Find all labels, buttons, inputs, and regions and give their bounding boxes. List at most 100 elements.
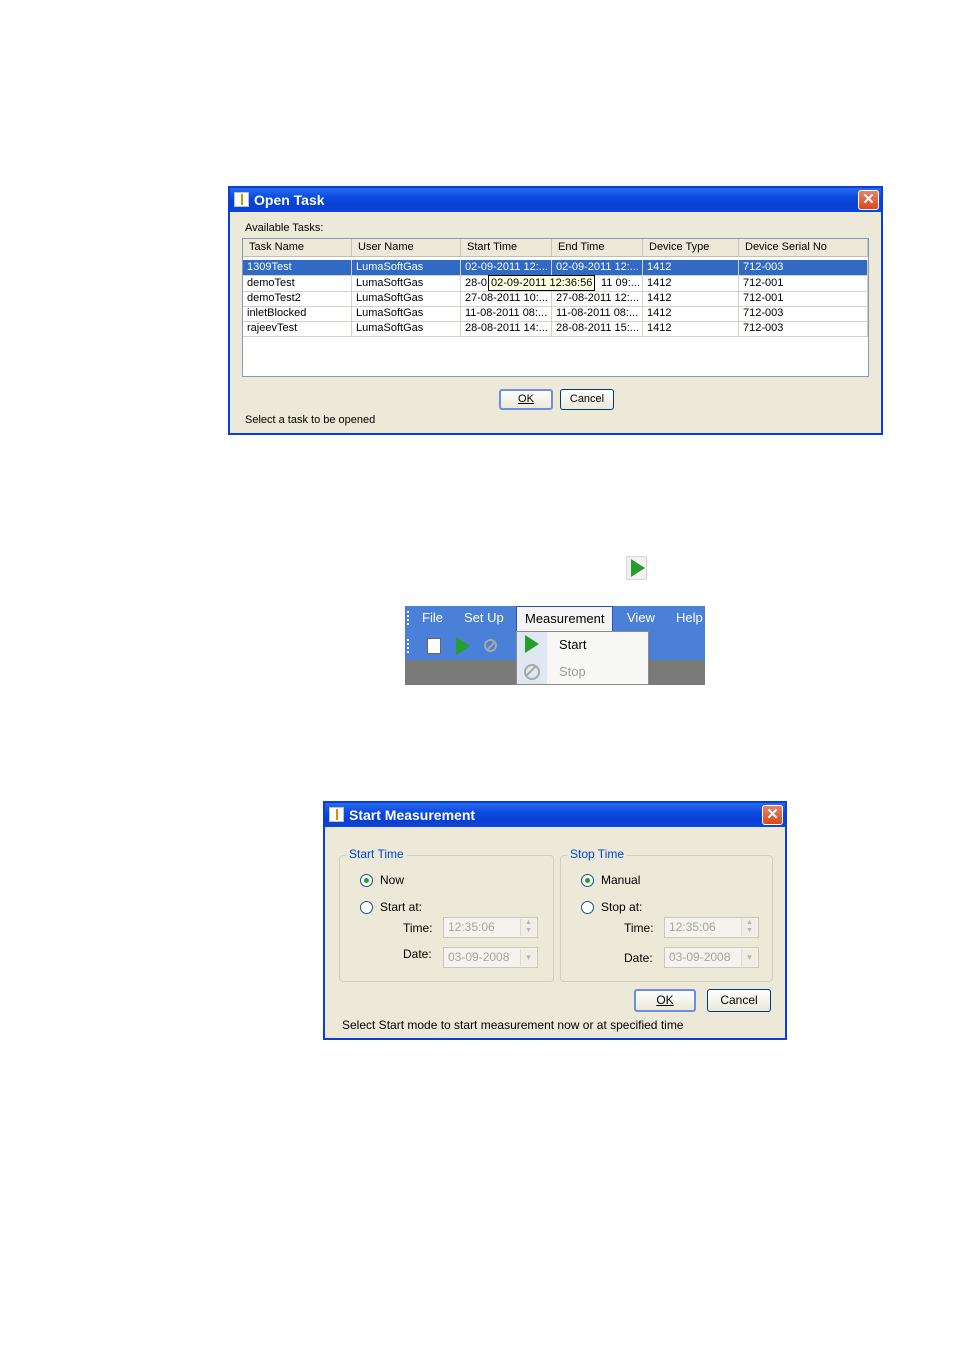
start-toolbar-icon[interactable] — [456, 637, 470, 655]
stop-toolbar-icon[interactable] — [484, 639, 497, 652]
menu-measurement[interactable]: Measurement — [516, 606, 614, 632]
table-cell: 1412 — [643, 291, 739, 306]
table-cell: 712-001 — [739, 276, 868, 291]
cancel-button-label: Cancel — [720, 993, 758, 1007]
table-cell: 27-08-2011 12:... — [552, 291, 643, 306]
dialog-title: Open Task — [254, 192, 325, 208]
now-label: Now — [380, 873, 405, 887]
table-cell: 1412 — [643, 306, 739, 321]
start-menu-icon — [525, 635, 539, 653]
table-row[interactable]: inletBlocked LumaSoftGas 11-08-2011 08:.… — [243, 306, 868, 322]
stop-time-value: 12:35:06 — [669, 920, 716, 934]
stop-time-field: 12:35:06 ▲ ▼ — [664, 917, 759, 938]
table-cell: 1412 — [643, 260, 739, 275]
stop-time-label: Time: — [624, 921, 654, 935]
menu-item-stop: Stop — [559, 664, 586, 679]
start-measurement-dialog: Start Measurement ✕ Start Time Now Start… — [323, 801, 787, 1040]
start-time-label: Time: — [403, 921, 433, 935]
table-cell: 1412 — [643, 276, 739, 291]
chevron-down-icon: ▾ — [520, 949, 536, 966]
start-at-label: Start at: — [380, 900, 423, 914]
table-cell: LumaSoftGas — [352, 260, 461, 275]
app-icon — [329, 807, 344, 822]
stop-date-value: 03-09-2008 — [669, 950, 731, 964]
stop-date-field: 03-09-2008 ▾ — [664, 947, 759, 968]
table-cell: LumaSoftGas — [352, 321, 461, 336]
ok-button[interactable]: OK — [634, 989, 696, 1012]
menu-set-up[interactable]: Set Up — [464, 606, 504, 630]
list-header: Task Name User Name Start Time End Time … — [243, 239, 868, 257]
measurement-dropdown: Start Stop — [516, 631, 649, 685]
cell-tooltip: 02-09-2011 12:36:56 — [488, 275, 596, 291]
app-icon — [234, 192, 249, 207]
title-bar[interactable]: Open Task ✕ — [230, 188, 881, 212]
column-header-start-time[interactable]: Start Time — [461, 239, 552, 256]
menu-file[interactable]: File — [422, 606, 443, 630]
manual-label: Manual — [601, 873, 641, 887]
table-cell: 28-08-2011 14:... — [461, 321, 552, 336]
stop-date-label: Date: — [624, 951, 653, 965]
dialog-title: Start Measurement — [349, 807, 476, 823]
cancel-button[interactable]: Cancel — [707, 989, 771, 1012]
table-cell: 712-003 — [739, 321, 868, 336]
menu-view[interactable]: View — [627, 606, 655, 630]
open-task-icon[interactable] — [427, 638, 441, 654]
spinner-icon: ▲ ▼ — [741, 919, 757, 936]
table-cell: 1412 — [643, 321, 739, 336]
table-cell: 27-08-2011 10:... — [461, 291, 552, 306]
status-text: Select a task to be opened — [245, 414, 376, 426]
stop-time-group-label: Stop Time — [567, 847, 628, 861]
table-cell: 11-08-2011 08:... — [461, 306, 552, 321]
chevron-down-icon: ▾ — [741, 949, 757, 966]
stop-menu-icon — [524, 664, 540, 680]
start-time-value: 12:35:06 — [448, 920, 495, 934]
table-cell: 712-003 — [739, 306, 868, 321]
ok-button[interactable]: OK — [499, 389, 553, 410]
table-cell: 11-08-2011 08:... — [552, 306, 643, 321]
stop-time-group: Stop Time Manual Stop at: Time: 12:35:06… — [560, 847, 773, 982]
ok-button-label: OK — [518, 393, 534, 405]
table-cell: demoTest — [243, 276, 352, 291]
table-cell: LumaSoftGas — [352, 291, 461, 306]
start-at-radio[interactable] — [360, 901, 373, 914]
table-cell: 02-09-2011 12:... — [552, 260, 643, 275]
manual-radio[interactable] — [581, 874, 594, 887]
start-date-label: Date: — [403, 947, 432, 961]
menu-item-start[interactable]: Start — [559, 637, 586, 652]
status-text: Select Start mode to start measurement n… — [342, 1018, 684, 1032]
table-row[interactable]: 1309Test LumaSoftGas 02-09-2011 12:... 0… — [243, 260, 868, 276]
table-cell: LumaSoftGas — [352, 276, 461, 291]
table-cell: demoTest2 — [243, 291, 352, 306]
close-icon[interactable]: ✕ — [858, 190, 879, 210]
menu-help[interactable]: Help — [676, 606, 703, 630]
column-header-device-serial[interactable]: Device Serial No — [739, 239, 868, 256]
table-row[interactable]: rajeevTest LumaSoftGas 28-08-2011 14:...… — [243, 321, 868, 337]
now-radio[interactable] — [360, 874, 373, 887]
stop-at-radio[interactable] — [581, 901, 594, 914]
column-header-task-name[interactable]: Task Name — [243, 239, 352, 256]
toolbar-grip — [407, 639, 411, 653]
menu-grip — [407, 611, 411, 625]
table-cell: 1309Test — [243, 260, 352, 275]
start-time-field: 12:35:06 ▲ ▼ — [443, 917, 538, 938]
open-task-dialog: Open Task ✕ Available Tasks: Task Name U… — [228, 186, 883, 435]
ok-button-label: OK — [656, 993, 674, 1007]
start-date-value: 03-09-2008 — [448, 950, 510, 964]
start-date-field: 03-09-2008 ▾ — [443, 947, 538, 968]
start-play-icon — [626, 556, 647, 580]
table-cell: 02-09-2011 12:... — [461, 260, 552, 275]
table-cell: LumaSoftGas — [352, 306, 461, 321]
cancel-button[interactable]: Cancel — [560, 389, 614, 410]
close-icon[interactable]: ✕ — [762, 805, 783, 825]
menu-bar: File Set Up Measurement View Help — [405, 606, 705, 632]
task-list[interactable]: Task Name User Name Start Time End Time … — [242, 238, 869, 377]
cancel-button-label: Cancel — [569, 393, 605, 405]
start-time-group-label: Start Time — [346, 847, 407, 861]
available-tasks-label: Available Tasks: — [245, 222, 324, 234]
title-bar[interactable]: Start Measurement ✕ — [325, 803, 785, 827]
table-cell: 712-001 — [739, 291, 868, 306]
column-header-user-name[interactable]: User Name — [352, 239, 461, 256]
table-row[interactable]: demoTest2 LumaSoftGas 27-08-2011 10:... … — [243, 291, 868, 307]
column-header-device-type[interactable]: Device Type — [643, 239, 739, 256]
column-header-end-time[interactable]: End Time — [552, 239, 643, 256]
